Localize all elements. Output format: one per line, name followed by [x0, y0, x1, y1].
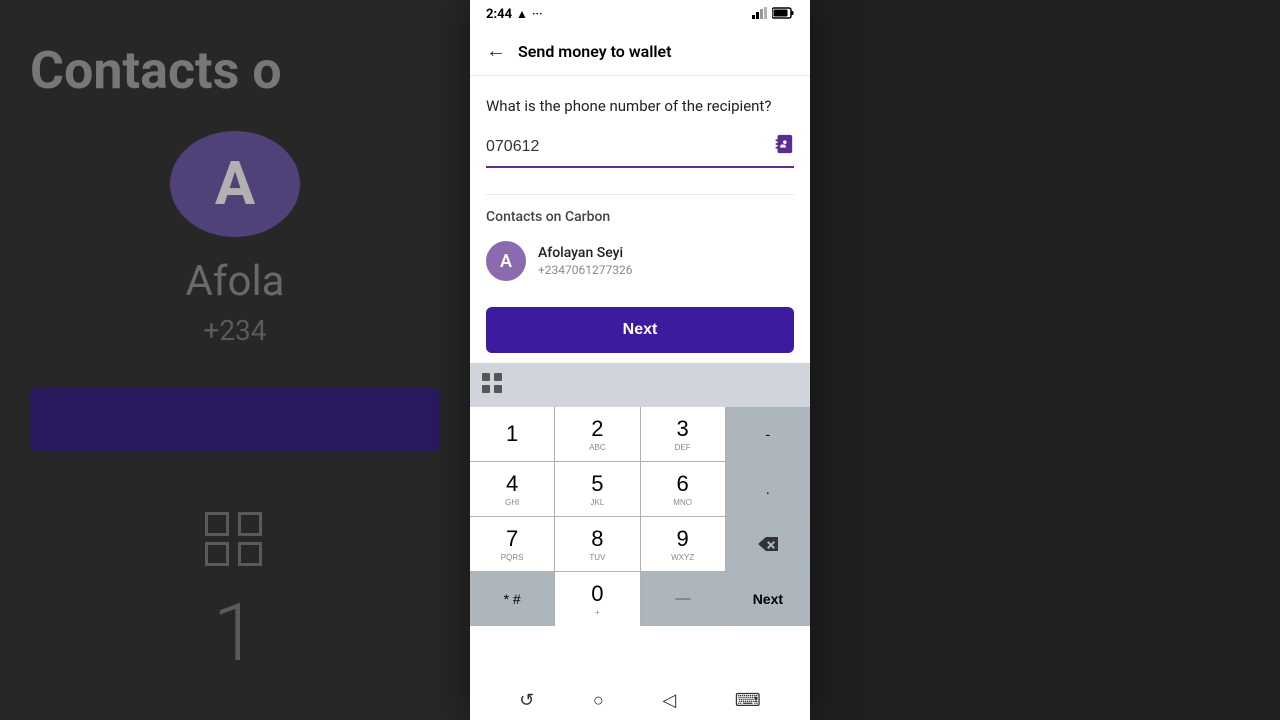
header: ← Send money to wallet: [470, 28, 810, 76]
key-star-hash[interactable]: * #: [470, 572, 554, 626]
bottom-nav: ↺ ○ ◁ ⌨: [470, 680, 810, 720]
header-title: Send money to wallet: [518, 42, 672, 61]
back-button[interactable]: ←: [486, 40, 506, 63]
contact-picker-button[interactable]: [772, 133, 794, 160]
keyboard-next-button[interactable]: Next: [726, 572, 810, 626]
contact-book-icon: [772, 133, 794, 155]
phone-input-row: [486, 133, 794, 168]
key-0[interactable]: 0+: [555, 572, 639, 626]
contact-initials: A: [500, 251, 512, 272]
key-backspace[interactable]: [726, 517, 810, 571]
keyboard-grid-icon: [482, 373, 502, 397]
contacts-section-title: Contacts on Carbon: [486, 209, 794, 225]
phone-input[interactable]: [486, 138, 772, 156]
nav-recent-icon[interactable]: ↺: [519, 690, 534, 711]
more-icon: ···: [532, 7, 543, 21]
key-2[interactable]: 2ABC: [555, 407, 639, 461]
signal-icon: [752, 7, 768, 22]
keyboard-grid: 1 2ABC 3DEF - 4GHI 5JKL 6MNO . 7PQRS 8TU…: [470, 407, 810, 626]
contacts-section: Contacts on Carbon A Afolayan Seyi +2347…: [470, 195, 810, 297]
key-4[interactable]: 4GHI: [470, 462, 554, 516]
key-7[interactable]: 7PQRS: [470, 517, 554, 571]
question-label: What is the phone number of the recipien…: [486, 96, 794, 117]
key-1[interactable]: 1: [470, 407, 554, 461]
battery-icon: [772, 7, 794, 22]
bg-phone: +234: [203, 314, 266, 347]
status-right: [752, 7, 794, 22]
contact-item[interactable]: A Afolayan Seyi +2347061277326: [486, 237, 794, 285]
key-3[interactable]: 3DEF: [641, 407, 725, 461]
keyboard-area: 1 2ABC 3DEF - 4GHI 5JKL 6MNO . 7PQRS 8TU…: [470, 363, 810, 626]
contact-phone: +2347061277326: [538, 263, 632, 277]
key-6[interactable]: 6MNO: [641, 462, 725, 516]
contact-avatar: A: [486, 241, 526, 281]
warning-icon: ▲: [516, 7, 528, 21]
contact-name: Afolayan Seyi: [538, 245, 632, 261]
key-dot[interactable]: .: [726, 462, 810, 516]
keyboard-toolbar: [470, 363, 810, 407]
bg-grid: [205, 512, 265, 566]
content-area: What is the phone number of the recipien…: [470, 76, 810, 680]
nav-home-icon[interactable]: ○: [593, 690, 604, 711]
next-button[interactable]: Next: [486, 307, 794, 353]
bg-contacts-title: Contacts o: [30, 40, 282, 101]
key-space[interactable]: [641, 572, 725, 626]
status-bar: 2:44 ▲ ···: [470, 0, 810, 28]
status-time: 2:44: [486, 7, 512, 22]
key-9[interactable]: 9WXYZ: [641, 517, 725, 571]
bg-name: Afola: [185, 257, 284, 306]
bg-left-panel: Contacts o A Afola +234 1: [0, 0, 470, 720]
form-section: What is the phone number of the recipien…: [470, 76, 810, 180]
status-left: 2:44 ▲ ···: [486, 7, 542, 22]
nav-back-icon[interactable]: ◁: [662, 690, 676, 711]
key-dash[interactable]: -: [726, 407, 810, 461]
bg-avatar: A: [170, 131, 300, 237]
contact-info: Afolayan Seyi +2347061277326: [538, 245, 632, 277]
key-5[interactable]: 5JKL: [555, 462, 639, 516]
bg-number-1: 1: [213, 586, 257, 680]
phone-screen: 2:44 ▲ ··· ← S: [470, 0, 810, 720]
nav-keyboard-icon[interactable]: ⌨: [735, 690, 761, 711]
key-8[interactable]: 8TUV: [555, 517, 639, 571]
bg-purple-bar: [30, 387, 440, 452]
